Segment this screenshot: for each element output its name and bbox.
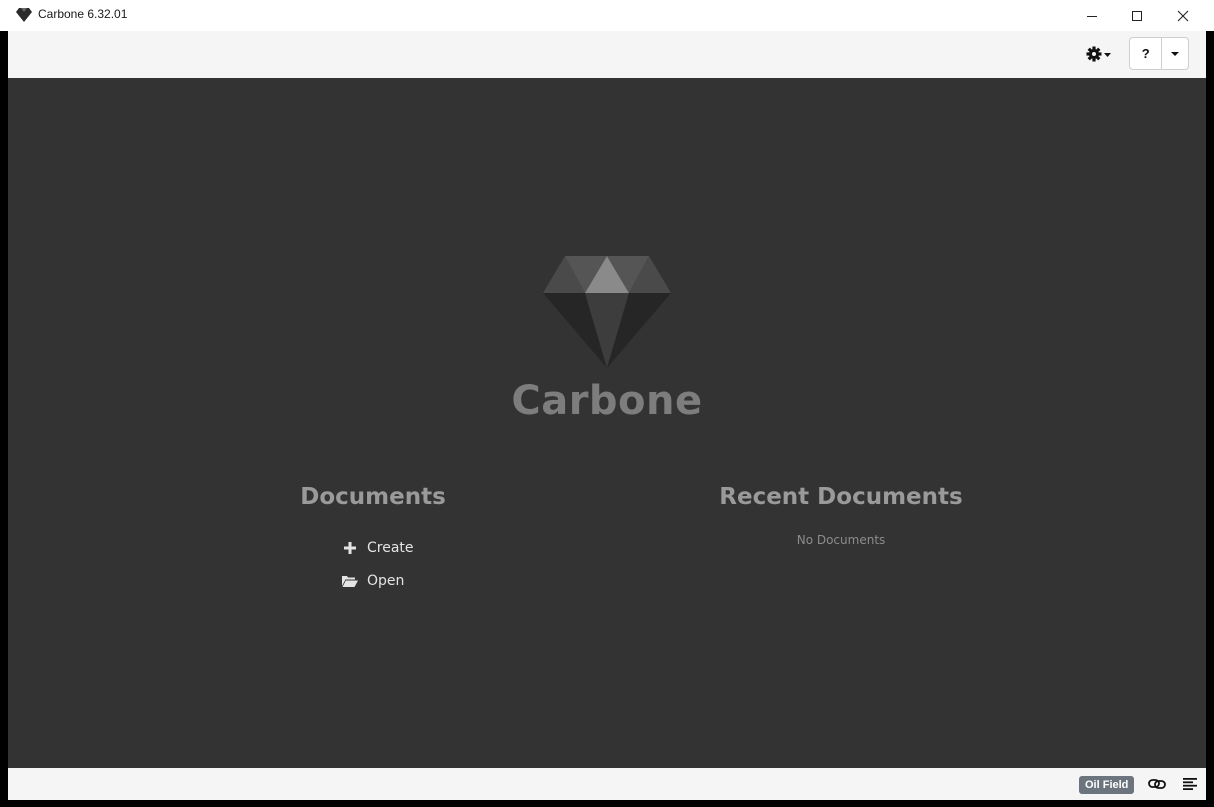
open-document-button[interactable]: Open (341, 570, 404, 592)
minimize-icon (1087, 15, 1097, 17)
open-label: Open (367, 573, 405, 589)
settings-button[interactable] (1084, 41, 1114, 67)
brand-title: Carbone (511, 378, 703, 424)
no-documents-text: No Documents (796, 533, 886, 547)
minimize-button[interactable] (1069, 0, 1115, 31)
title-bar[interactable]: Carbone 6.32.01 (0, 0, 1214, 31)
start-page: Carbone Documents Recent Documents Creat… (8, 78, 1206, 768)
close-button[interactable] (1160, 0, 1206, 31)
align-left-icon (1183, 778, 1197, 790)
close-icon (1177, 10, 1189, 21)
plus-icon (341, 540, 359, 556)
help-button-group: ? (1129, 37, 1189, 70)
project-badge[interactable]: Oil Field (1079, 776, 1135, 794)
help-dropdown-button[interactable] (1162, 38, 1188, 69)
folder-open-icon (341, 573, 359, 589)
status-bar: Oil Field (8, 768, 1206, 800)
app-window: Carbone 6.32.01 ? Carbone Documents Rece… (0, 0, 1214, 807)
recent-documents-heading: Recent Documents (719, 484, 963, 510)
create-label: Create (367, 540, 414, 556)
gear-icon (1086, 46, 1111, 62)
documents-heading: Documents (300, 484, 446, 510)
diamond-logo (543, 256, 671, 368)
maximize-icon (1132, 10, 1142, 21)
link-button[interactable] (1148, 776, 1166, 792)
caret-down-icon (1171, 51, 1180, 56)
maximize-button[interactable] (1114, 0, 1160, 31)
toolbar: ? (8, 31, 1206, 78)
window-title: Carbone 6.32.01 (38, 7, 128, 21)
diamond-icon (16, 8, 32, 22)
align-button[interactable] (1181, 776, 1199, 792)
link-icon (1148, 779, 1166, 789)
help-button[interactable]: ? (1130, 38, 1163, 69)
create-document-button[interactable]: Create (341, 537, 414, 559)
